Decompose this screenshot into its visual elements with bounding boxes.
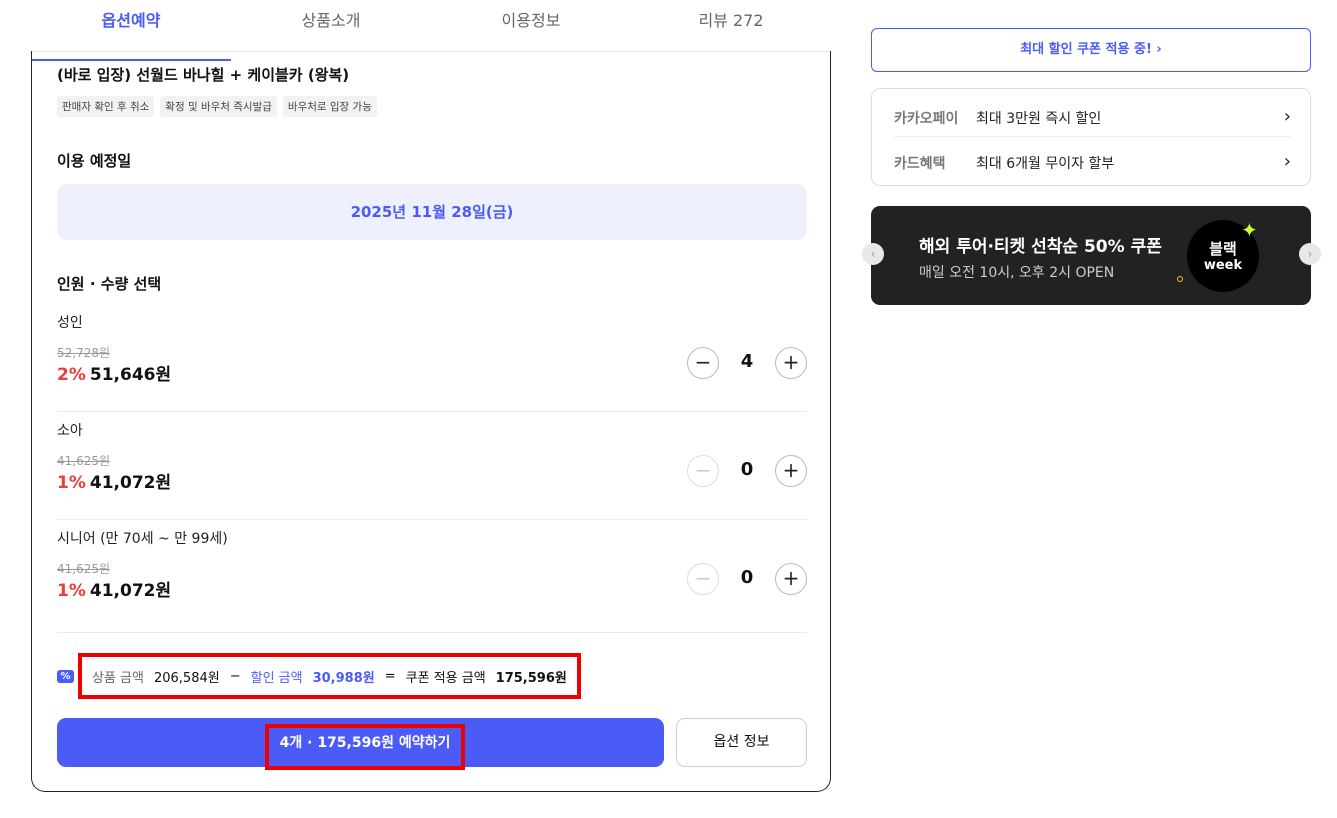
- plus-button[interactable]: +: [775, 455, 807, 487]
- product-tabs: 옵션예약 상품소개 이용정보 리뷰 272: [31, 0, 831, 61]
- option-info-button[interactable]: 옵션 정보: [676, 718, 807, 767]
- coupon-icon: %: [57, 669, 74, 683]
- banner-title: 해외 투어·티켓 선착순 50% 쿠폰: [919, 237, 1162, 257]
- chevron-right-icon: ›: [1283, 106, 1291, 127]
- minus-button[interactable]: −: [687, 563, 719, 595]
- discount-amount: 30,988원: [312, 670, 375, 686]
- date-selector[interactable]: 2025년 11월 28일(금): [57, 184, 807, 240]
- discount-rate: 1%: [57, 581, 86, 601]
- row-label: 성인: [57, 315, 83, 331]
- max-coupon-button[interactable]: 최대 할인 쿠폰 적용 중! ›: [871, 28, 1311, 72]
- plus-button[interactable]: +: [775, 563, 807, 595]
- payment-benefits: 카카오페이 최대 3만원 즉시 할인 › 카드혜택 최대 6개월 무이자 할부 …: [871, 88, 1311, 186]
- banner-prev-button[interactable]: ‹: [862, 243, 884, 265]
- payment-benefit: 최대 6개월 무이자 할부: [976, 156, 1115, 172]
- price-value: 41,072원: [89, 581, 172, 601]
- quantity-stepper: − 4 +: [687, 347, 807, 379]
- chip-cancel-policy: 판매자 확인 후 취소: [57, 96, 155, 117]
- minus-sign: −: [229, 668, 241, 684]
- minus-button[interactable]: −: [687, 347, 719, 379]
- chip-voucher-issue: 확정 및 바우처 즉시발급: [160, 96, 277, 117]
- tab-usage-info[interactable]: 이용정보: [431, 0, 631, 51]
- product-chips: 판매자 확인 후 취소 확정 및 바우처 즉시발급 바우처로 입장 가능: [57, 96, 377, 117]
- coupon-applied-amount: 175,596원: [495, 670, 567, 686]
- banner-subtitle: 매일 오전 10시, 오후 2시 OPEN: [919, 265, 1115, 281]
- date-heading: 이용 예정일: [57, 152, 132, 170]
- discount-rate: 1%: [57, 473, 86, 493]
- quantity-heading: 인원 · 수량 선택: [57, 275, 162, 293]
- quantity-value: 0: [740, 567, 754, 588]
- minus-button[interactable]: −: [687, 455, 719, 487]
- payment-name: 카카오페이: [894, 111, 959, 127]
- price-value: 41,072원: [89, 473, 172, 493]
- book-button[interactable]: 4개 · 175,596원 예약하기: [57, 718, 664, 770]
- chevron-right-icon: ›: [1156, 42, 1162, 57]
- plus-button[interactable]: +: [775, 347, 807, 379]
- summary-highlight-box: 상품 금액 206,584원 − 할인 금액 30,988원 = 쿠폰 적용 금…: [78, 653, 581, 699]
- original-price: 41,625원: [57, 562, 111, 576]
- discount-rate: 2%: [57, 365, 86, 385]
- quantity-row-child: 소아 41,625원 1% 41,072원 − 0 +: [57, 420, 807, 520]
- quantity-value: 4: [740, 351, 754, 372]
- sale-price: 1% 41,072원: [57, 468, 171, 493]
- coupon-applied-label: 쿠폰 적용 금액: [405, 670, 486, 686]
- chevron-right-icon: ›: [1283, 151, 1291, 172]
- row-label: 소아: [57, 423, 83, 439]
- badge-bottom-text: week: [1203, 258, 1243, 273]
- original-price: 41,625원: [57, 454, 111, 468]
- sale-price: 2% 51,646원: [57, 360, 171, 385]
- dot-icon: [1177, 276, 1183, 282]
- quantity-row-adult: 성인 52,728원 2% 51,646원 − 4 +: [57, 312, 807, 412]
- product-title: (바로 입장) 선월드 바나힐 + 케이블카 (왕복): [57, 66, 350, 84]
- tab-product-intro[interactable]: 상품소개: [231, 0, 431, 51]
- original-price: 52,728원: [57, 346, 111, 360]
- sparkle-icon: ✦: [1241, 218, 1258, 242]
- sale-price: 1% 41,072원: [57, 576, 171, 601]
- tab-reviews[interactable]: 리뷰 272: [631, 0, 831, 51]
- payment-benefit-card[interactable]: 카드혜택 최대 6개월 무이자 할부 ›: [894, 138, 1291, 182]
- tab-option-booking[interactable]: 옵션예약: [31, 0, 231, 61]
- quantity-stepper: − 0 +: [687, 455, 807, 487]
- summary-divider: [57, 632, 807, 633]
- price-summary: % 상품 금액 206,584원 − 할인 금액 30,988원 = 쿠폰 적용…: [57, 653, 581, 699]
- product-amount: 206,584원: [153, 670, 220, 686]
- row-label: 시니어 (만 70세 ~ 만 99세): [57, 531, 228, 547]
- discount-amount-label: 할인 금액: [250, 670, 303, 686]
- option-panel: (바로 입장) 선월드 바나힐 + 케이블카 (왕복) 판매자 확인 후 취소 …: [31, 51, 831, 792]
- quantity-value: 0: [740, 459, 754, 480]
- equals-sign: =: [384, 668, 396, 684]
- payment-benefit-kakaopay[interactable]: 카카오페이 최대 3만원 즉시 할인 ›: [894, 93, 1291, 137]
- quantity-row-senior: 시니어 (만 70세 ~ 만 99세) 41,625원 1% 41,072원 − …: [57, 528, 807, 628]
- price-value: 51,646원: [89, 365, 172, 385]
- promo-banner[interactable]: 해외 투어·티켓 선착순 50% 쿠폰 매일 오전 10시, 오후 2시 OPE…: [871, 206, 1311, 305]
- book-button-label: 4개 · 175,596원 예약하기: [265, 724, 465, 770]
- banner-next-button[interactable]: ›: [1299, 243, 1321, 265]
- payment-benefit: 최대 3만원 즉시 할인: [976, 111, 1102, 127]
- product-amount-label: 상품 금액: [92, 670, 144, 686]
- chip-voucher-entry: 바우처로 입장 가능: [282, 96, 377, 117]
- quantity-stepper: − 0 +: [687, 563, 807, 595]
- payment-name: 카드혜택: [894, 156, 946, 172]
- coupon-button-label: 최대 할인 쿠폰 적용 중!: [1020, 42, 1152, 57]
